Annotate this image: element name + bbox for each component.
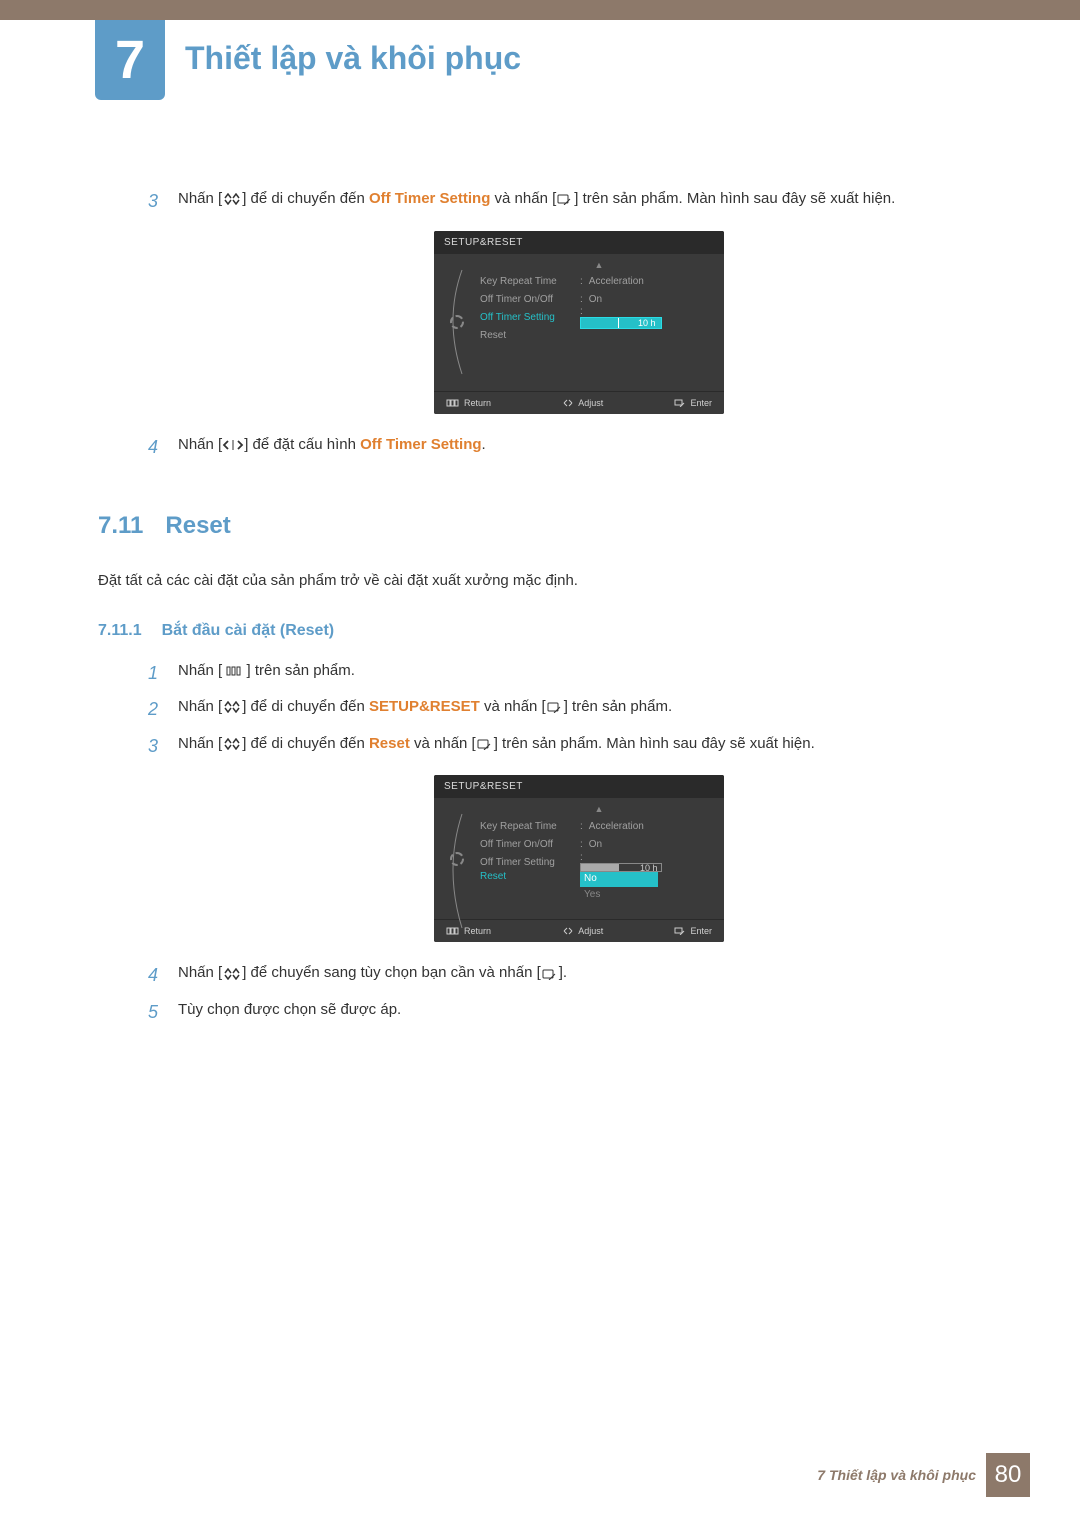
highlight-text: SETUP&RESET xyxy=(369,698,480,715)
osd-row-reset: Reset xyxy=(480,327,718,345)
adjust-icon xyxy=(562,927,574,935)
updown-icon xyxy=(222,968,242,980)
chapter-number-badge: 7 xyxy=(95,20,165,100)
page-content: 3 Nhấn [] để di chuyển đến Off Timer Set… xyxy=(148,180,1010,1034)
osd-row-off-timer-setting: Off Timer Setting :10 h xyxy=(480,309,718,327)
step-text: Nhấn [] để đặt cấu hình Off Timer Settin… xyxy=(178,432,1010,463)
osd-footer: Return Adjust Enter xyxy=(434,919,724,942)
osd-title: SETUP&RESET xyxy=(434,231,724,254)
step-a3: 3 Nhấn [] để di chuyển đến Off Timer Set… xyxy=(148,186,1010,217)
enter-icon xyxy=(556,190,574,207)
step-b1: 1 Nhấn [ ] trên sản phẩm. xyxy=(148,658,1010,689)
up-arrow-icon: ▲ xyxy=(480,260,718,270)
osd-screenshot-2: SETUP&RESET ▲ Key Repeat Time :Accelerat… xyxy=(434,775,724,942)
osd-arc xyxy=(440,260,474,385)
step-number: 4 xyxy=(148,960,178,991)
step-number: 3 xyxy=(148,731,178,762)
step-number: 3 xyxy=(148,186,178,217)
step-text: Tùy chọn được chọn sẽ được áp. xyxy=(178,997,1010,1028)
step-number: 5 xyxy=(148,997,178,1028)
enter-icon xyxy=(541,964,559,981)
footer-chapter-label: 7 Thiết lập và khôi phục xyxy=(817,1467,976,1483)
enter-icon xyxy=(476,735,494,752)
subsection-heading: 7.11.1Bắt đầu cài đặt (Reset) xyxy=(98,622,1010,640)
step-a4: 4 Nhấn [] để đặt cấu hình Off Timer Sett… xyxy=(148,432,1010,463)
enter-icon xyxy=(674,927,686,935)
up-arrow-icon: ▲ xyxy=(480,804,718,814)
step-text: Nhấn [] để di chuyển đến Off Timer Setti… xyxy=(178,186,1010,217)
section-description: Đặt tất cả các cài đặt của sản phẩm trở … xyxy=(98,568,1010,594)
step-text: Nhấn [] để chuyển sang tùy chọn bạn cần … xyxy=(178,960,1010,991)
leftright-icon xyxy=(222,436,244,453)
gear-icon xyxy=(450,315,464,329)
step-text: Nhấn [ ] trên sản phẩm. xyxy=(178,658,1010,689)
osd-row-reset: Reset No Yes xyxy=(480,871,718,889)
osd-footer: Return Adjust Enter xyxy=(434,391,724,414)
step-number: 2 xyxy=(148,694,178,725)
adjust-icon xyxy=(562,399,574,407)
chapter-title: Thiết lập và khôi phục xyxy=(185,40,521,77)
highlight-text: Reset xyxy=(369,735,410,752)
highlight-text: Off Timer Setting xyxy=(360,436,481,453)
step-text: Nhấn [] để di chuyển đến SETUP&RESET và … xyxy=(178,694,1010,725)
step-text: Nhấn [] để di chuyển đến Reset và nhấn [… xyxy=(178,731,1010,762)
osd-arc xyxy=(440,804,474,913)
updown-icon xyxy=(222,738,242,750)
step-b4: 4 Nhấn [] để chuyển sang tùy chọn bạn cầ… xyxy=(148,960,1010,991)
menu-icon xyxy=(226,662,242,679)
osd-row-off-timer-onoff: Off Timer On/Off :On xyxy=(480,835,718,853)
page-footer: 7 Thiết lập và khôi phục 80 xyxy=(817,1453,1030,1497)
step-b5: 5 Tùy chọn được chọn sẽ được áp. xyxy=(148,997,1010,1028)
section-heading: 7.11Reset xyxy=(98,512,1010,540)
highlight-text: Off Timer Setting xyxy=(369,190,490,207)
osd-row-key-repeat: Key Repeat Time :Acceleration xyxy=(480,273,718,291)
step-b2: 2 Nhấn [] để di chuyển đến SETUP&RESET v… xyxy=(148,694,1010,725)
page-number: 80 xyxy=(986,1453,1030,1497)
return-icon xyxy=(446,399,460,407)
updown-icon xyxy=(222,193,242,205)
top-band xyxy=(0,0,1080,20)
enter-icon xyxy=(674,399,686,407)
enter-icon xyxy=(546,698,564,715)
osd-title: SETUP&RESET xyxy=(434,775,724,798)
gear-icon xyxy=(450,852,464,866)
step-b3: 3 Nhấn [] để di chuyển đến Reset và nhấn… xyxy=(148,731,1010,762)
chapter-header: 7 Thiết lập và khôi phục xyxy=(95,20,1080,100)
osd-screenshot-1: SETUP&RESET ▲ Key Repeat Time :Accelerat… xyxy=(434,231,724,414)
step-number: 1 xyxy=(148,658,178,689)
osd-row-off-timer-setting: Off Timer Setting :10 h xyxy=(480,853,718,871)
updown-icon xyxy=(222,701,242,713)
osd-option-no: No xyxy=(580,871,658,887)
step-number: 4 xyxy=(148,432,178,463)
osd-row-key-repeat: Key Repeat Time :Acceleration xyxy=(480,817,718,835)
